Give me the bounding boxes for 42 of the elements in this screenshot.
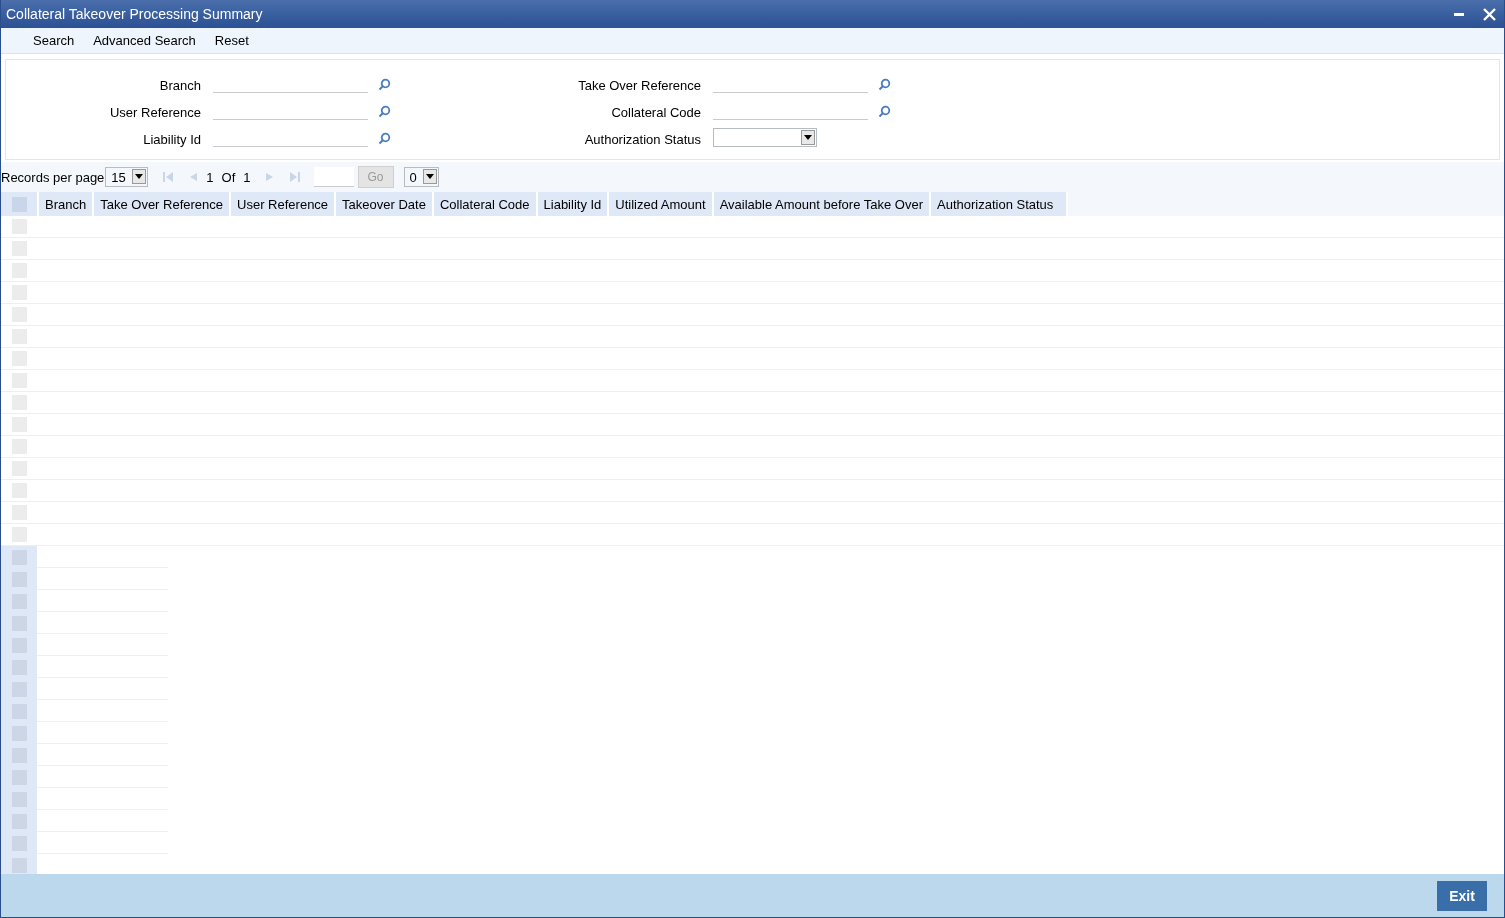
toolbar-button[interactable]: Advanced Search (83, 33, 205, 48)
close-icon[interactable] (1483, 7, 1496, 21)
exit-button[interactable]: Exit (1437, 880, 1487, 911)
page-of-label: Of (221, 169, 236, 185)
window-title: Collateral Takeover Processing Summary (6, 6, 263, 22)
last-page-icon[interactable] (288, 171, 301, 183)
field-label: User Reference (108, 105, 202, 120)
column-header[interactable]: Liability Id (537, 192, 610, 216)
column-header[interactable]: Utilized Amount (609, 192, 714, 216)
search-icon[interactable] (878, 105, 891, 118)
field-label: Branch (158, 78, 202, 93)
column-header[interactable]: Available Amount before Take Over (713, 192, 931, 216)
search-icon[interactable] (378, 132, 391, 145)
column-header[interactable]: User Reference (231, 192, 337, 216)
column-header[interactable]: Authorization Status (931, 192, 1069, 216)
records-label: Records per page (1, 169, 105, 185)
search-icon[interactable] (878, 78, 891, 91)
caret-icon (801, 130, 815, 145)
row-marker (11, 857, 27, 873)
total-pages: 1 (243, 169, 251, 185)
search-icon[interactable] (378, 105, 391, 118)
field-label: Liability Id (142, 132, 202, 147)
page-number-field[interactable] (313, 167, 354, 187)
column-header[interactable]: Takeover Date (336, 192, 434, 216)
options-dropdown[interactable]: 0 (403, 167, 439, 187)
current-page: 1 (206, 169, 214, 185)
dropdown[interactable] (713, 128, 817, 147)
first-page-icon[interactable] (162, 171, 175, 183)
toolbar-button[interactable]: Search (23, 33, 84, 48)
search-icon[interactable] (378, 78, 391, 91)
column-header[interactable]: Branch (39, 192, 95, 216)
toolbar-button[interactable]: Reset (204, 33, 258, 48)
caret-icon (422, 169, 437, 184)
field-label: Take Over Reference (577, 78, 702, 93)
column-header[interactable]: Take Over Reference (94, 192, 232, 216)
field-label: Authorization Status (583, 132, 702, 147)
records-dropdown[interactable]: 15 (105, 167, 149, 187)
caret-icon (132, 169, 147, 184)
previous-page-icon[interactable] (188, 171, 199, 183)
column-header[interactable]: Collateral Code (433, 192, 538, 216)
next-page-icon[interactable] (264, 171, 275, 183)
field-label: Collateral Code (610, 105, 702, 120)
